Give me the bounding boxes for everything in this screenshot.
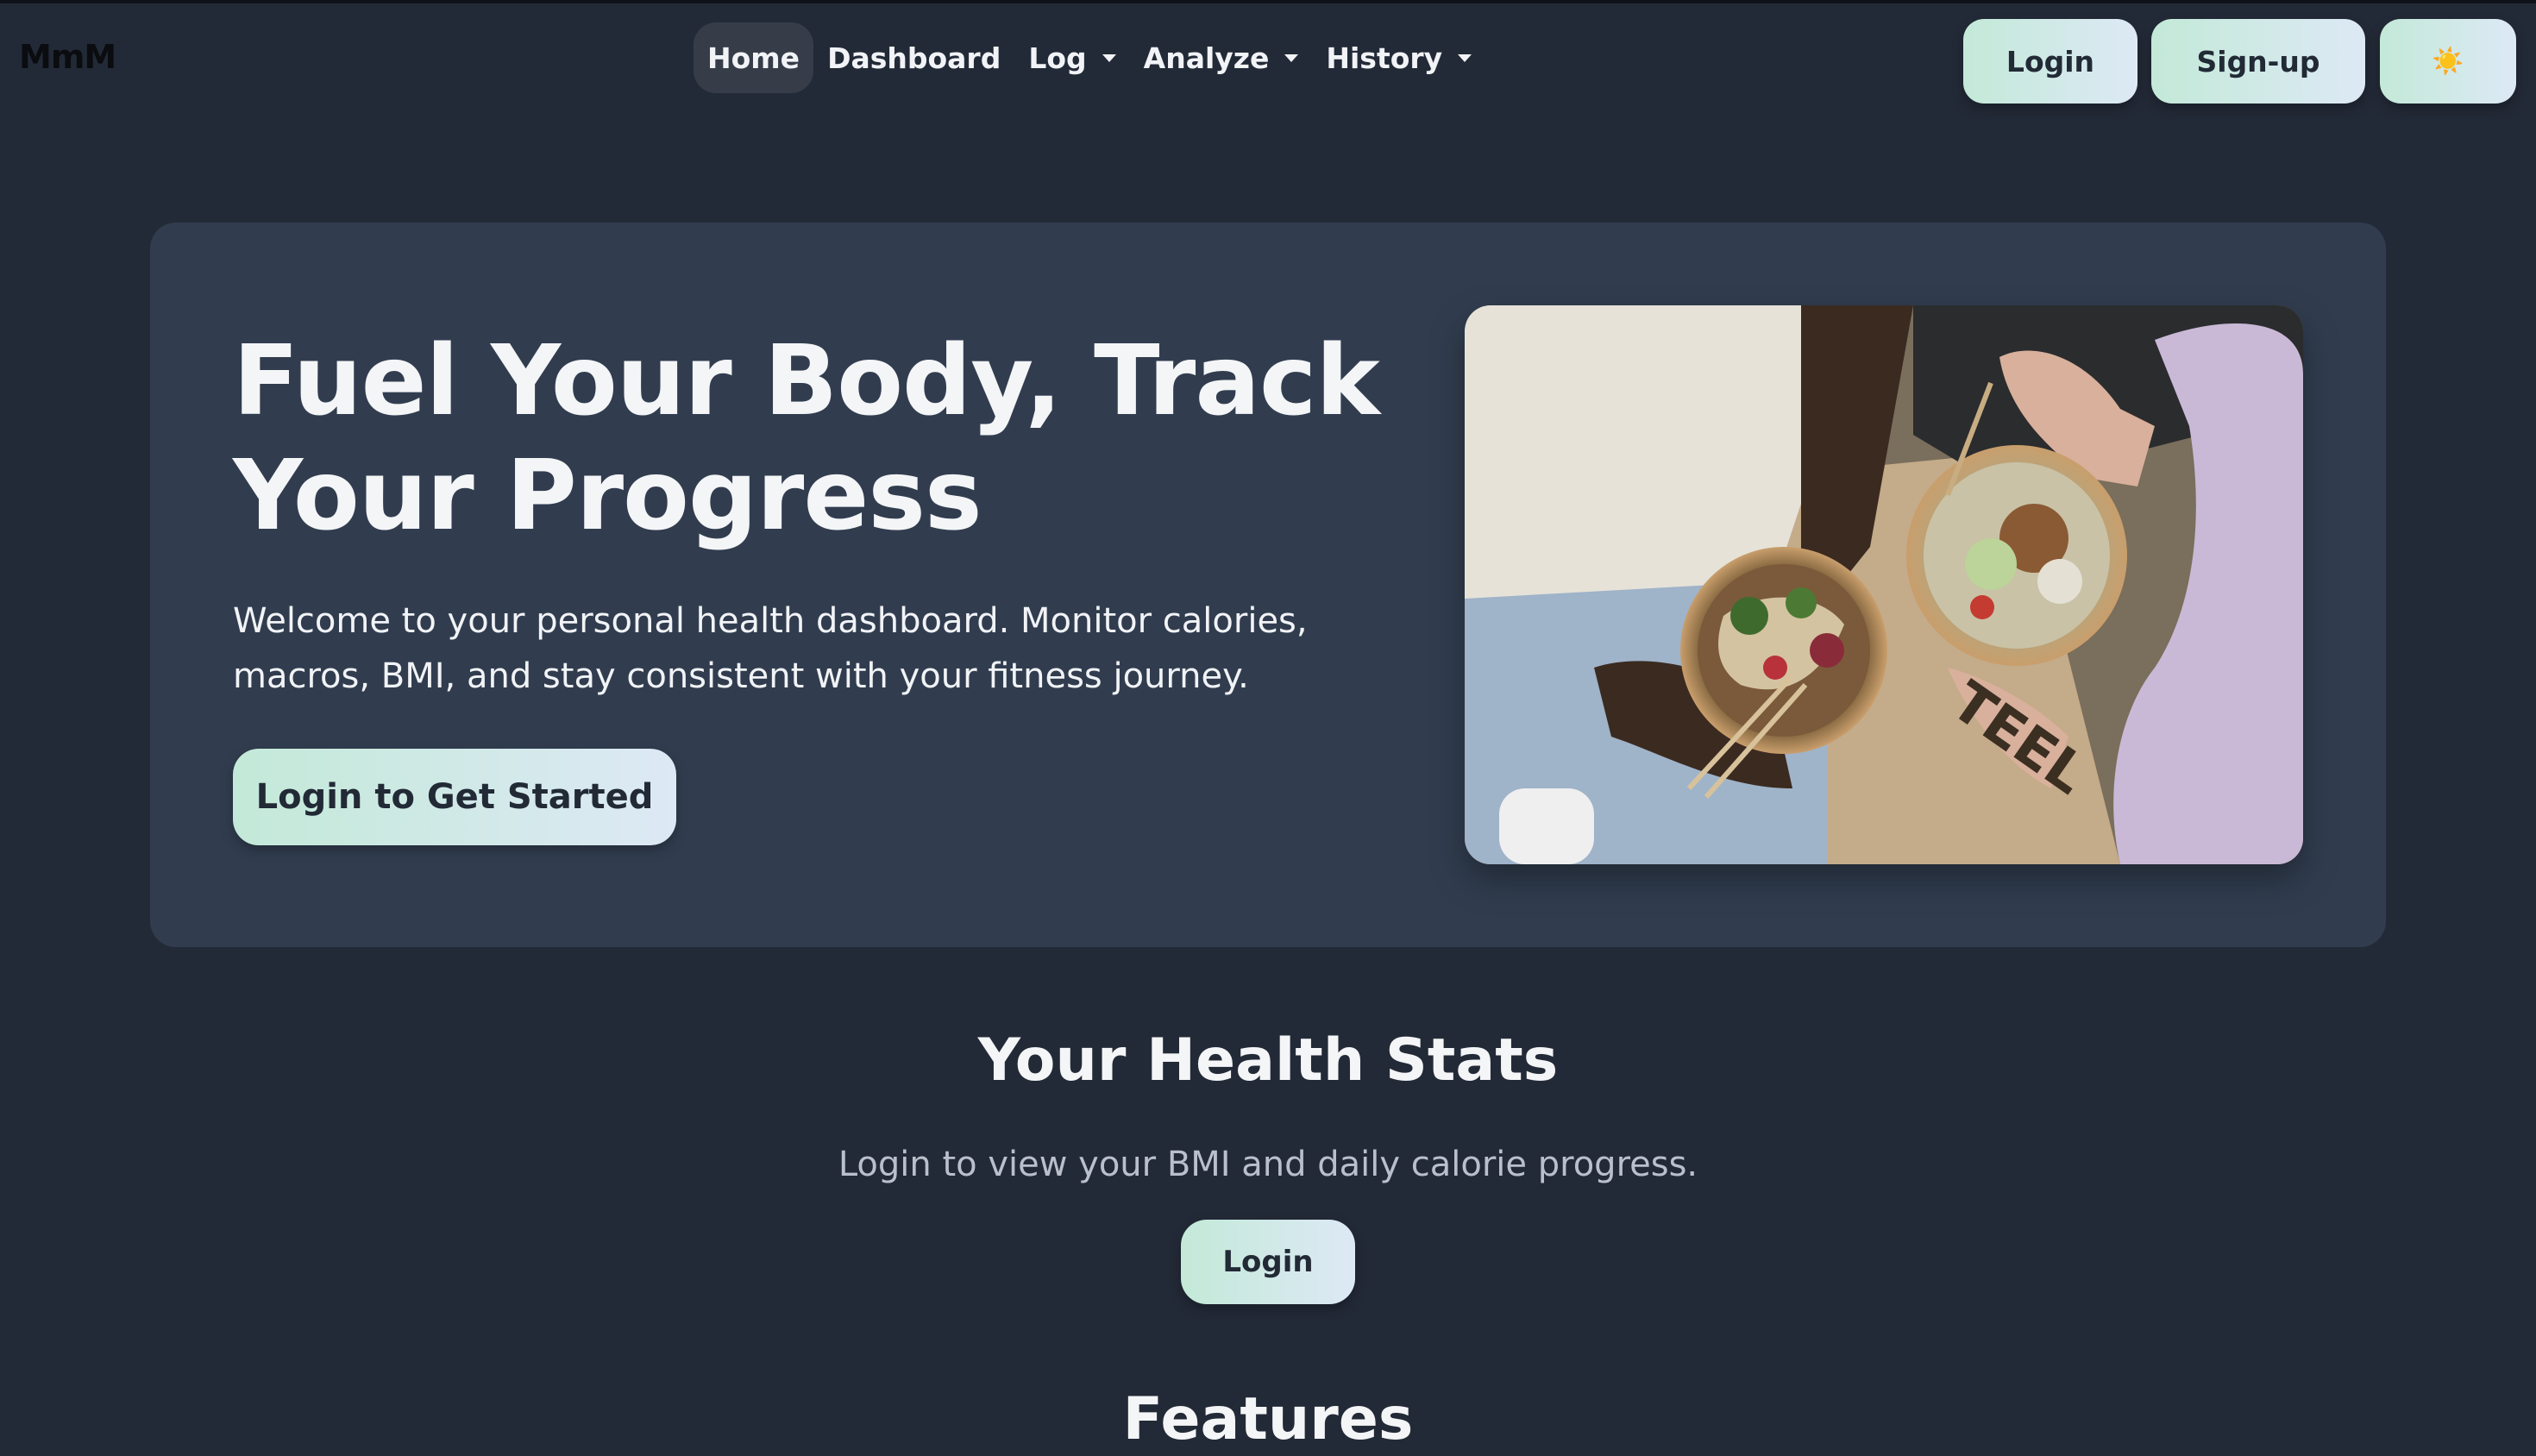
nav-dashboard-label: Dashboard bbox=[827, 41, 1001, 75]
login-button[interactable]: Login bbox=[1963, 19, 2137, 104]
nav-log-label: Log bbox=[1028, 41, 1087, 75]
nav-log-dropdown[interactable]: Log bbox=[1014, 22, 1129, 93]
sun-icon: ☀️ bbox=[2432, 46, 2464, 77]
theme-toggle-button[interactable]: ☀️ bbox=[2380, 19, 2516, 104]
health-stats-title: Your Health Stats bbox=[977, 1026, 1559, 1095]
navbar: MmM Home Dashboard Log Analyze History L… bbox=[0, 3, 2536, 112]
nav-analyze-dropdown[interactable]: Analyze bbox=[1130, 22, 1313, 93]
signup-button[interactable]: Sign-up bbox=[2151, 19, 2365, 104]
chevron-down-icon bbox=[1102, 53, 1116, 62]
hero-subtitle: Welcome to your personal health dashboar… bbox=[233, 601, 1308, 696]
nav-dashboard[interactable]: Dashboard bbox=[813, 22, 1014, 93]
nav-history-label: History bbox=[1326, 41, 1443, 75]
brand-logo[interactable]: MmM bbox=[19, 38, 116, 76]
features-title: Features bbox=[1122, 1385, 1414, 1453]
hero-card: Fuel Your Body, Track Your Progress Welc… bbox=[150, 223, 2386, 947]
hero-food-image: TEEL bbox=[1465, 305, 2303, 864]
chevron-down-icon bbox=[1284, 53, 1299, 62]
nav-links: Home Dashboard Log Analyze History bbox=[694, 22, 1485, 93]
nav-analyze-label: Analyze bbox=[1143, 41, 1270, 75]
health-stats-login-button[interactable]: Login bbox=[1181, 1220, 1355, 1304]
hero-title: Fuel Your Body, Track Your Progress bbox=[233, 325, 1380, 552]
get-started-button[interactable]: Login to Get Started bbox=[233, 749, 676, 845]
food-bowls-illustration: TEEL bbox=[1465, 305, 2303, 864]
nav-history-dropdown[interactable]: History bbox=[1312, 22, 1485, 93]
health-stats-subtitle: Login to view your BMI and daily calorie… bbox=[838, 1145, 1698, 1184]
nav-home-label: Home bbox=[707, 41, 800, 75]
chevron-down-icon bbox=[1458, 53, 1472, 62]
nav-home[interactable]: Home bbox=[694, 22, 814, 93]
